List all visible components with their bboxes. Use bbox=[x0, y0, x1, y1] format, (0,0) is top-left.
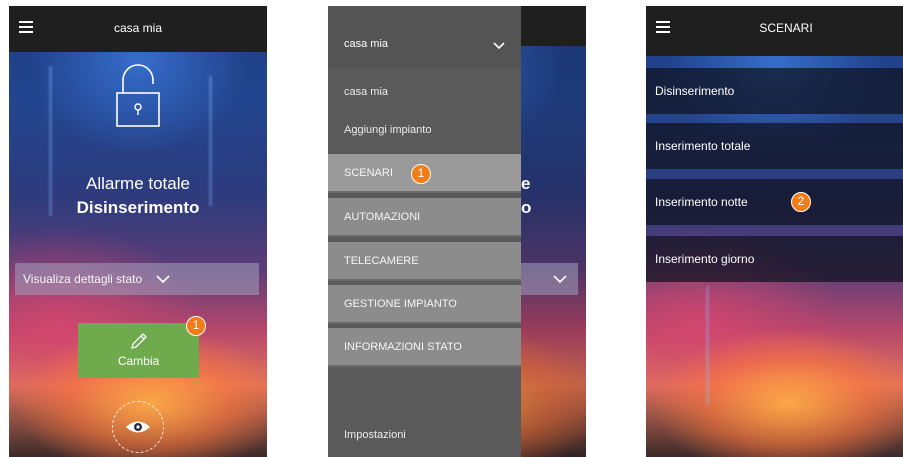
status-details-dropdown[interactable]: Visualiza dettagli stato bbox=[15, 263, 259, 295]
settings-link[interactable]: Impostazioni bbox=[344, 429, 406, 441]
menu-item-telecamere[interactable]: TELECAMERE bbox=[328, 242, 521, 281]
status-details-label: Visualiza dettagli stato bbox=[23, 272, 143, 286]
scenario-item[interactable]: Disinserimento bbox=[646, 68, 903, 114]
alarm-screen: casa mia Allarme totale Disinserimento V… bbox=[9, 6, 267, 457]
chevron-down-icon bbox=[553, 275, 567, 284]
peeking-title-fragment: e bbox=[521, 174, 531, 193]
menu-item-label: INFORMAZIONI STATO bbox=[344, 340, 462, 353]
change-button-label: Cambia bbox=[117, 354, 160, 368]
topbar-title: SCENARI bbox=[759, 21, 813, 35]
top-bar: casa mia bbox=[9, 6, 267, 52]
alarm-state: Disinserimento bbox=[76, 198, 200, 217]
chevron-down-icon bbox=[493, 42, 505, 50]
scenario-label: Inserimento totale bbox=[655, 139, 751, 153]
top-bar: SCENARI bbox=[646, 6, 903, 56]
side-drawer: casa mia casa mia Aggiungi impianto SCEN… bbox=[328, 6, 521, 457]
menu-screen: e o casa mia casa mia Aggiungi impianto … bbox=[328, 6, 586, 457]
peeking-state-fragment: o bbox=[521, 198, 532, 217]
light-beam bbox=[706, 286, 709, 406]
menu-item-gestione-impianto[interactable]: GESTIONE IMPIANTO bbox=[328, 285, 521, 324]
scenarios-screen: SCENARI Disinserimento Inserimento total… bbox=[646, 6, 903, 457]
plant-selector[interactable]: casa mia bbox=[328, 6, 521, 68]
lock-open-icon bbox=[116, 64, 160, 127]
menu-item-automazioni[interactable]: AUTOMAZIONI bbox=[328, 198, 521, 237]
alarm-title: Allarme totale bbox=[86, 174, 190, 193]
plant-name[interactable]: casa mia bbox=[344, 86, 388, 98]
scenario-item[interactable]: Inserimento notte bbox=[646, 179, 903, 225]
menu-item-label: GESTIONE IMPIANTO bbox=[344, 297, 457, 310]
step-badge: 2 bbox=[791, 192, 811, 212]
menu-item-informazioni-stato[interactable]: INFORMAZIONI STATO bbox=[328, 328, 521, 367]
plant-selector-label: casa mia bbox=[344, 38, 389, 50]
topbar-title: casa mia bbox=[113, 21, 163, 35]
step-badge: 1 bbox=[411, 164, 431, 184]
step-badge: 1 bbox=[186, 316, 206, 336]
peeking-status-row bbox=[521, 263, 578, 295]
scenario-item[interactable]: Inserimento giorno bbox=[646, 236, 903, 282]
view-button[interactable] bbox=[112, 401, 164, 453]
scenario-item[interactable]: Inserimento totale bbox=[646, 123, 903, 169]
pencil-icon bbox=[130, 333, 147, 349]
change-button[interactable]: Cambia bbox=[78, 323, 199, 378]
menu-item-label: TELECAMERE bbox=[344, 254, 419, 267]
eye-icon bbox=[126, 421, 150, 433]
scenario-label: Inserimento notte bbox=[655, 195, 748, 209]
menu-item-label: SCENARI bbox=[344, 166, 393, 179]
menu-item-label: AUTOMAZIONI bbox=[344, 210, 421, 223]
add-plant-link[interactable]: Aggiungi impianto bbox=[344, 124, 431, 136]
scenario-label: Inserimento giorno bbox=[655, 252, 755, 266]
chevron-down-icon bbox=[156, 275, 170, 284]
scenario-label: Disinserimento bbox=[655, 84, 735, 98]
